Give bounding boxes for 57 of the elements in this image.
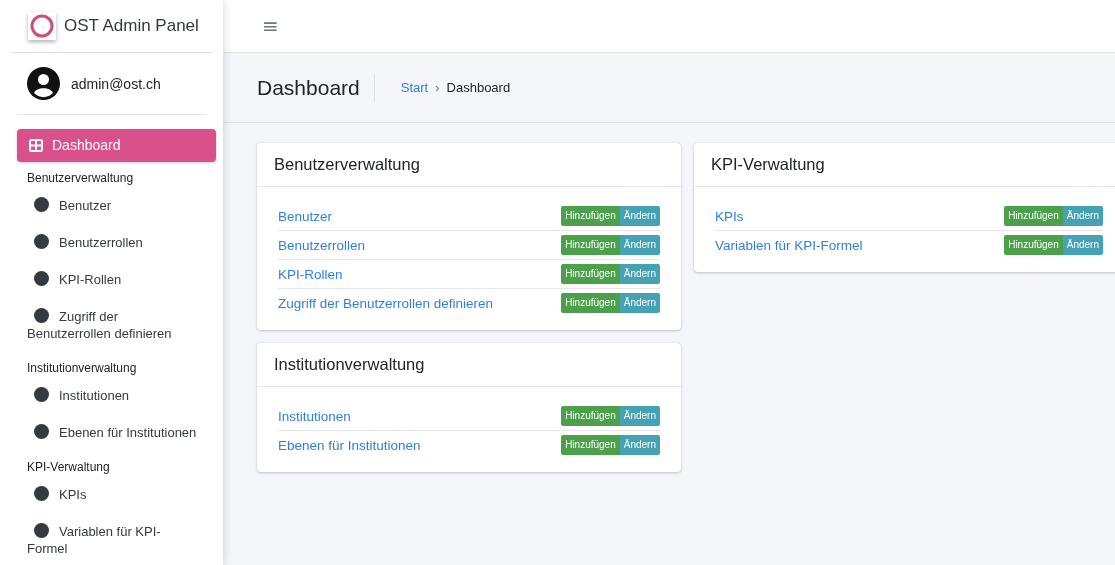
nav-link[interactable]: Zugriff der Benutzerrollen definieren bbox=[17, 298, 216, 352]
nav-link[interactable]: KPIs bbox=[17, 476, 216, 513]
circle-icon bbox=[34, 271, 49, 286]
menu-button[interactable]: ≡ bbox=[256, 16, 285, 36]
user-email[interactable]: admin@ost.ch bbox=[71, 75, 161, 92]
item-link[interactable]: KPIs bbox=[715, 208, 744, 224]
brand-title: OST Admin Panel bbox=[64, 16, 199, 36]
add-button[interactable]: Hinzufügen bbox=[561, 293, 620, 313]
nav-link[interactable]: Ebenen für Institutionen bbox=[17, 414, 216, 451]
logo-icon bbox=[28, 12, 56, 40]
edit-button[interactable]: Ändern bbox=[1062, 206, 1103, 226]
card-title: Benutzerverwaltung bbox=[274, 155, 420, 173]
item-link[interactable]: Zugriff der Benutzerrollen definieren bbox=[278, 295, 494, 311]
page-title: Dashboard bbox=[257, 73, 375, 102]
user-avatar-icon bbox=[27, 67, 60, 100]
edit-button[interactable]: Ändern bbox=[619, 206, 660, 226]
breadcrumb-current: Dashboard bbox=[446, 80, 511, 95]
circle-icon bbox=[34, 424, 49, 439]
breadcrumb-link[interactable]: Start bbox=[400, 80, 429, 95]
edit-button[interactable]: Ändern bbox=[1062, 235, 1103, 255]
nav-link[interactable]: Variablen für KPI-Formel bbox=[17, 513, 216, 565]
item-link[interactable]: Ebenen für Institutionen bbox=[278, 437, 421, 453]
edit-button[interactable]: Ändern bbox=[619, 406, 660, 426]
add-button[interactable]: Hinzufügen bbox=[561, 435, 620, 455]
add-button[interactable]: Hinzufügen bbox=[561, 264, 620, 284]
nav-section-header: KPI-Verwaltung bbox=[26, 459, 111, 476]
edit-button[interactable]: Ändern bbox=[619, 435, 660, 455]
item-link[interactable]: Benutzerrollen bbox=[278, 237, 366, 253]
edit-button[interactable]: Ändern bbox=[619, 264, 660, 284]
item-link[interactable]: Institutionen bbox=[278, 408, 351, 424]
nav-link[interactable]: KPI-Rollen bbox=[17, 261, 216, 298]
nav-link[interactable]: Institutionen bbox=[17, 377, 216, 414]
edit-button[interactable]: Ändern bbox=[619, 235, 660, 255]
item-link[interactable]: Benutzer bbox=[278, 208, 333, 224]
add-button[interactable]: Hinzufügen bbox=[561, 206, 620, 226]
circle-icon bbox=[34, 486, 49, 501]
grid-icon bbox=[29, 139, 43, 152]
breadcrumb-separator: › bbox=[435, 80, 440, 95]
item-link[interactable]: Variablen für KPI-Formel bbox=[715, 237, 863, 253]
circle-icon bbox=[34, 523, 49, 538]
nav-link[interactable]: Benutzerrollen bbox=[17, 224, 216, 261]
card-title: Institutionverwaltung bbox=[274, 355, 425, 373]
add-button[interactable]: Hinzufügen bbox=[1004, 206, 1063, 226]
nav-section-header: Benutzerverwaltung bbox=[26, 170, 135, 187]
circle-icon bbox=[34, 308, 49, 323]
add-button[interactable]: Hinzufügen bbox=[561, 235, 620, 255]
nav-section-header: Institutionverwaltung bbox=[26, 360, 138, 377]
edit-button[interactable]: Ändern bbox=[619, 293, 660, 313]
circle-icon bbox=[34, 234, 49, 249]
circle-icon bbox=[34, 197, 49, 212]
add-button[interactable]: Hinzufügen bbox=[561, 406, 620, 426]
circle-icon bbox=[34, 387, 49, 402]
nav-link[interactable]: Dashboard bbox=[17, 129, 216, 162]
card-title: KPI-Verwaltung bbox=[711, 155, 825, 173]
add-button[interactable]: Hinzufügen bbox=[1004, 235, 1063, 255]
nav-link[interactable]: Benutzer bbox=[17, 187, 216, 224]
item-link[interactable]: KPI-Rollen bbox=[278, 266, 343, 282]
